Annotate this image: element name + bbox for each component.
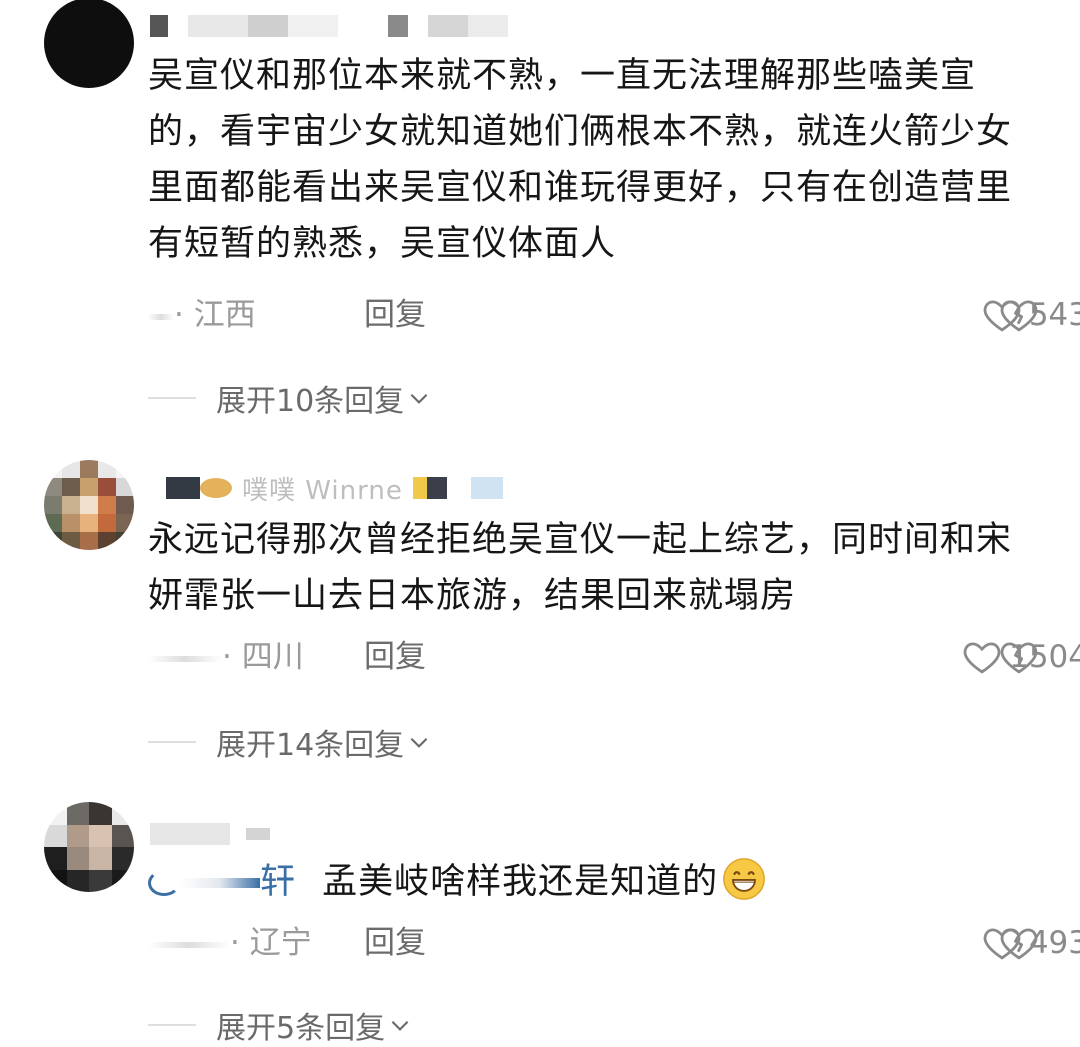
reply-button[interactable]: 回复 bbox=[364, 918, 426, 968]
like-button[interactable]: 543 bbox=[838, 290, 1080, 340]
username-blurred bbox=[148, 655, 222, 662]
comment-text-row: 轩 孟美岐啥样我还是知道的 bbox=[148, 854, 1028, 910]
avatar[interactable] bbox=[44, 460, 134, 550]
comment-meta: · 四川 回复 1504 bbox=[148, 632, 1080, 682]
reply-button[interactable]: 回复 bbox=[364, 632, 426, 682]
ip-location: · 四川 bbox=[222, 639, 304, 675]
username-blurred[interactable] bbox=[150, 8, 508, 44]
heart-outline-icon bbox=[963, 642, 1001, 674]
username-blurred bbox=[148, 313, 174, 320]
chevron-down-icon bbox=[410, 737, 428, 748]
chevron-down-icon bbox=[410, 393, 428, 404]
divider bbox=[148, 741, 196, 743]
reply-button[interactable]: 回复 bbox=[364, 290, 426, 340]
expand-replies-button[interactable]: 展开14条回复 bbox=[148, 722, 432, 763]
ip-location: · 辽宁 bbox=[230, 925, 312, 961]
comment-meta: · 江西 回复 543 bbox=[148, 290, 1080, 340]
avatar[interactable] bbox=[44, 802, 134, 892]
comment-text: 孟美岐啥样我还是知道的 bbox=[322, 862, 719, 902]
mention-icon bbox=[148, 870, 180, 896]
comment-text: 永远记得那次曾经拒绝吴宣仪一起上综艺，同时间和宋妍霏张一山去日本旅游，结果回来就… bbox=[148, 520, 1013, 616]
divider bbox=[148, 397, 196, 399]
like-button[interactable]: 1504 bbox=[838, 632, 1080, 682]
divider bbox=[148, 1024, 196, 1026]
broken-heart-icon[interactable] bbox=[998, 636, 1040, 678]
mention-username[interactable]: 轩 bbox=[260, 862, 296, 902]
username: 噗噗 Winrne bbox=[242, 475, 403, 506]
username-row[interactable]: 噗噗 Winrne bbox=[166, 470, 503, 506]
comment-text: 吴宣仪和那位本来就不熟，一直无法理解那些嗑美宣的，看宇宙少女就知道她们俩根本不熟… bbox=[148, 56, 1013, 264]
expand-replies-label: 展开14条回复 bbox=[216, 728, 405, 763]
expand-replies-button[interactable]: 展开5条回复 bbox=[148, 1005, 413, 1046]
like-button[interactable]: 493 bbox=[838, 918, 1080, 968]
expand-replies-label: 展开10条回复 bbox=[216, 384, 405, 419]
username-blurred[interactable] bbox=[150, 816, 270, 852]
avatar[interactable] bbox=[44, 0, 134, 88]
comment-meta: · 辽宁 回复 493 bbox=[148, 918, 1080, 968]
broken-heart-icon[interactable] bbox=[998, 294, 1040, 336]
expand-replies-label: 展开5条回复 bbox=[216, 1011, 386, 1046]
ip-location: · 江西 bbox=[174, 297, 256, 333]
broken-heart-icon[interactable] bbox=[998, 922, 1040, 964]
chevron-down-icon bbox=[391, 1020, 409, 1031]
mention-blurred bbox=[180, 878, 260, 888]
expand-replies-button[interactable]: 展开10条回复 bbox=[148, 378, 432, 419]
grinning-face-emoji bbox=[723, 858, 766, 900]
username-blurred bbox=[148, 941, 230, 948]
